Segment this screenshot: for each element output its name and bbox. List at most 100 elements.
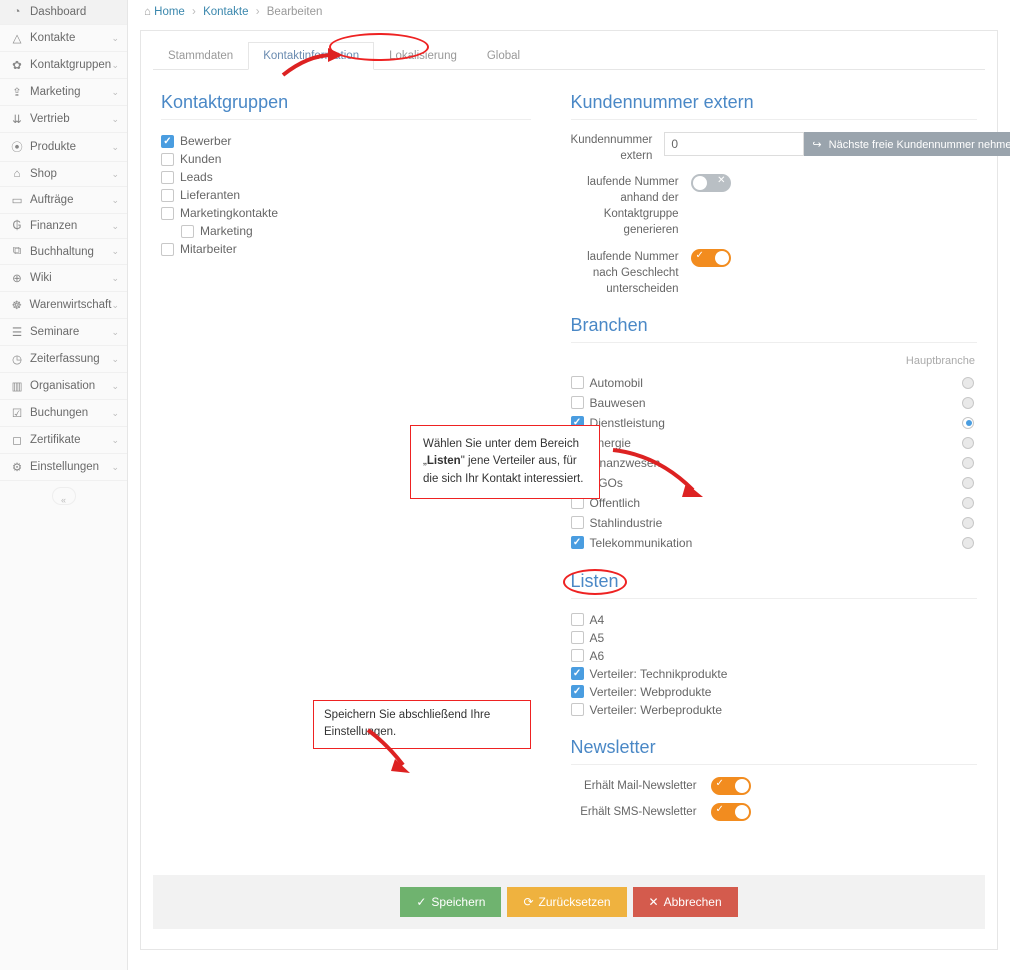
col-right: Kundennummer extern Kundennummer extern … [571,86,977,839]
breadcrumb-home[interactable]: Home [154,6,185,18]
kontaktgruppe-item[interactable]: Marketing [181,222,531,240]
checkbox[interactable] [571,536,584,549]
checkbox[interactable] [161,243,174,256]
sidebar-item-marketing[interactable]: ⇪Marketing⌄ [0,79,127,106]
branche-row: Automobil [571,373,977,393]
sidebar-item-buchungen[interactable]: ☑Buchungen⌄ [0,400,127,427]
breadcrumb-sep: › [192,6,196,18]
tab-kontaktinformation[interactable]: Kontaktinformation [248,42,374,70]
cancel-button[interactable]: ✕ Abbrechen [633,887,738,917]
sidebar-icon: ▭ [10,193,24,207]
sidebar-item-vertrieb[interactable]: ⇊Vertrieb⌄ [0,106,127,133]
branche-item[interactable]: Energie [571,434,962,452]
kontaktgruppe-item[interactable]: Kunden [161,150,531,168]
section-kundennummer: Kundennummer extern [571,92,977,120]
checkbox[interactable] [571,649,584,662]
checkbox[interactable] [161,189,174,202]
sidebar-item-zeiterfassung[interactable]: ◷Zeiterfassung⌄ [0,346,127,373]
checkbox[interactable] [161,135,174,148]
hauptbranche-radio[interactable] [962,377,974,389]
hauptbranche-radio[interactable] [962,417,974,429]
hauptbranche-radio[interactable] [962,537,974,549]
branche-item[interactable]: Telekommunikation [571,534,962,552]
hauptbranche-radio[interactable] [962,477,974,489]
liste-item[interactable]: Verteiler: Technikprodukte [571,665,977,683]
kontaktgruppe-item[interactable]: Lieferanten [161,186,531,204]
branche-item[interactable]: Dienstleistung [571,414,962,432]
kundennummer-next-button[interactable]: ↪ Nächste freie Kundennummer nehmen [804,132,1010,156]
sidebar-item-einstellungen[interactable]: ⚙Einstellungen⌄ [0,454,127,481]
chevron-down-icon: ⌄ [111,273,119,284]
liste-item[interactable]: Verteiler: Webprodukte [571,683,977,701]
reset-button[interactable]: ⟳ Zurücksetzen [507,887,626,917]
sidebar-item-shop[interactable]: ⌂Shop⌄ [0,162,127,187]
kontaktgruppe-item[interactable]: Mitarbeiter [161,240,531,258]
sidebar-icon: ⊕ [10,271,24,285]
sidebar-item-label: Dashboard [30,6,119,18]
liste-item[interactable]: Verteiler: Werbeprodukte [571,701,977,719]
checkbox[interactable] [161,153,174,166]
hauptbranche-radio[interactable] [962,397,974,409]
sidebar-item-kontaktgruppen[interactable]: ✿Kontaktgruppen⌄ [0,52,127,79]
sidebar-item-wiki[interactable]: ⊕Wiki⌄ [0,265,127,292]
sidebar-collapse-button[interactable]: « [52,487,76,505]
branche-item[interactable]: Bauwesen [571,394,962,412]
branche-item[interactable]: Automobil [571,374,962,392]
checkbox[interactable] [571,376,584,389]
sidebar-item-finanzen[interactable]: ₲Finanzen⌄ [0,214,127,239]
kontaktgruppe-item[interactable]: Bewerber [161,132,531,150]
section-newsletter: Newsletter [571,737,977,765]
checkbox[interactable] [571,667,584,680]
sidebar-icon: ⧉ [10,245,24,258]
branche-item[interactable]: Finanzwesen [571,454,962,472]
sidebar-item-produkte[interactable]: ⦿Produkte⌄ [0,133,127,162]
chevron-down-icon: ⌄ [111,300,119,311]
toggle-laufende-kg[interactable] [691,174,731,192]
sidebar-icon: ◔ [10,6,24,18]
checkbox[interactable] [181,225,194,238]
sidebar-item-seminare[interactable]: ☰Seminare⌄ [0,319,127,346]
checkbox[interactable] [161,207,174,220]
liste-item[interactable]: A5 [571,629,977,647]
kontaktgruppe-label: Bewerber [180,134,231,148]
checkbox[interactable] [161,171,174,184]
sidebar-item-aufträge[interactable]: ▭Aufträge⌄ [0,187,127,214]
sidebar-item-label: Zertifikate [30,434,111,446]
branche-label: Finanzwesen [590,456,661,470]
toggle-newsletter-sms[interactable] [711,803,751,821]
checkbox[interactable] [571,613,584,626]
branche-item[interactable]: NGOs [571,474,962,492]
sidebar-item-dashboard[interactable]: ◔ Dashboard [0,0,127,25]
tab-global[interactable]: Global [472,42,535,70]
tab-stammdaten[interactable]: Stammdaten [153,42,248,70]
checkbox[interactable] [571,516,584,529]
toggle-laufende-geschlecht[interactable] [691,249,731,267]
hauptbranche-radio[interactable] [962,437,974,449]
branche-item[interactable]: Öffentlich [571,494,962,512]
hauptbranche-radio[interactable] [962,497,974,509]
panel: Stammdaten Kontaktinformation Lokalisier… [140,30,998,950]
checkbox[interactable] [571,703,584,716]
sidebar-item-buchhaltung[interactable]: ⧉Buchhaltung⌄ [0,239,127,265]
branche-item[interactable]: Stahlindustrie [571,514,962,532]
save-button[interactable]: ✓ Speichern [400,887,501,917]
kontaktgruppe-item[interactable]: Leads [161,168,531,186]
tab-lokalisierung[interactable]: Lokalisierung [374,42,472,70]
breadcrumb-sep: › [256,6,260,18]
toggle-newsletter-mail[interactable] [711,777,751,795]
sidebar-item-organisation[interactable]: ▥Organisation⌄ [0,373,127,400]
breadcrumb-kontakte[interactable]: Kontakte [203,6,248,18]
sidebar-item-label: Kontaktgruppen [30,59,111,71]
kundennummer-input[interactable] [664,132,804,156]
hauptbranche-radio[interactable] [962,457,974,469]
liste-item[interactable]: A4 [571,611,977,629]
checkbox[interactable] [571,685,584,698]
sidebar-item-zertifikate[interactable]: ◻Zertifikate⌄ [0,427,127,454]
liste-item[interactable]: A6 [571,647,977,665]
checkbox[interactable] [571,631,584,644]
hauptbranche-radio[interactable] [962,517,974,529]
sidebar-item-warenwirtschaft[interactable]: ☸Warenwirtschaft⌄ [0,292,127,319]
sidebar-item-kontakte[interactable]: △Kontakte⌄ [0,25,127,52]
kontaktgruppe-item[interactable]: Marketingkontakte [161,204,531,222]
checkbox[interactable] [571,396,584,409]
